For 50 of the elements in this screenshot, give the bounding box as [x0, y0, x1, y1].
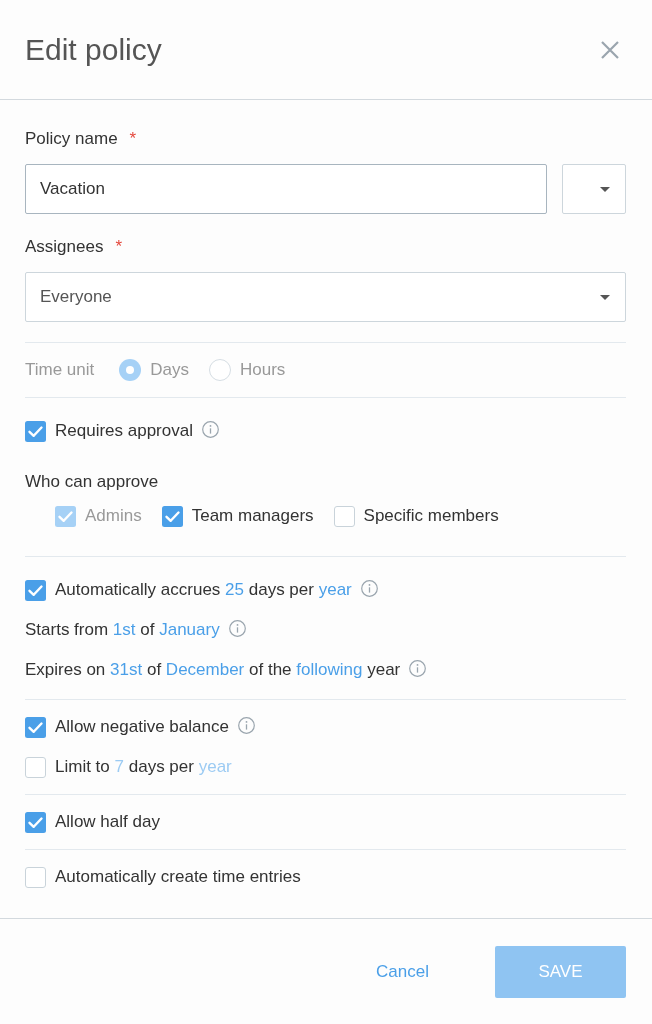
option-label: Limit to 7 days per year: [55, 757, 232, 777]
value-link[interactable]: 1st: [112, 620, 136, 639]
close-button[interactable]: [601, 40, 619, 59]
value-link[interactable]: 25: [225, 580, 244, 599]
option-label: Starts from 1st of January: [25, 620, 220, 640]
info-icon[interactable]: [360, 579, 378, 597]
time-unit-label: Time unit: [25, 360, 95, 380]
value-link[interactable]: 31st: [110, 660, 143, 679]
option-label: Specific members: [363, 506, 499, 526]
required-mark: *: [115, 237, 123, 257]
option-label: Automatically create time entries: [55, 867, 301, 887]
close-icon: [601, 40, 619, 59]
value-link[interactable]: December: [165, 660, 245, 679]
color-select[interactable]: [562, 164, 626, 214]
checkbox[interactable]: [25, 811, 46, 833]
value-link[interactable]: year: [318, 580, 352, 599]
caret-icon: [600, 186, 610, 192]
checkbox[interactable]: [25, 756, 46, 778]
checkbox[interactable]: [25, 579, 46, 601]
checkbox[interactable]: [333, 505, 355, 527]
option-label: Team managers: [191, 506, 314, 526]
policy-name-input[interactable]: Vacation: [25, 164, 547, 214]
info-icon[interactable]: [237, 716, 255, 734]
option-label: Allow negative balance: [55, 717, 229, 737]
option-label: Automatically accrues 25 days per year: [55, 580, 352, 600]
value-link[interactable]: 7: [114, 757, 124, 776]
value-link[interactable]: January: [159, 620, 220, 639]
checkbox[interactable]: [25, 716, 46, 738]
option-label: Admins: [85, 506, 142, 526]
approvers-label: Who can approve: [25, 472, 159, 492]
info-icon[interactable]: [228, 619, 246, 637]
option-label: Expires on 31st of December of the following year: [25, 660, 401, 680]
field-label: Policy name: [25, 129, 118, 149]
required-mark: *: [129, 129, 137, 149]
info-icon[interactable]: [409, 659, 427, 677]
option-label: Requires approval: [55, 421, 193, 441]
checkbox[interactable]: [25, 866, 46, 888]
assignees-select[interactable]: Everyone: [25, 272, 626, 322]
checkbox[interactable]: [161, 505, 183, 527]
radio-label: Days: [150, 360, 189, 380]
value-link[interactable]: following: [296, 660, 363, 679]
cancel-button[interactable]: Cancel: [372, 955, 433, 988]
checkbox[interactable]: [25, 420, 46, 442]
value-link[interactable]: year: [198, 757, 232, 776]
caret-icon: [600, 294, 610, 300]
dialog-title: Edit policy: [25, 32, 162, 67]
radio-label: Hours: [240, 360, 286, 380]
option-label: Allow half day: [55, 812, 160, 832]
info-icon[interactable]: [201, 420, 219, 438]
field-label: Assignees: [25, 237, 104, 257]
